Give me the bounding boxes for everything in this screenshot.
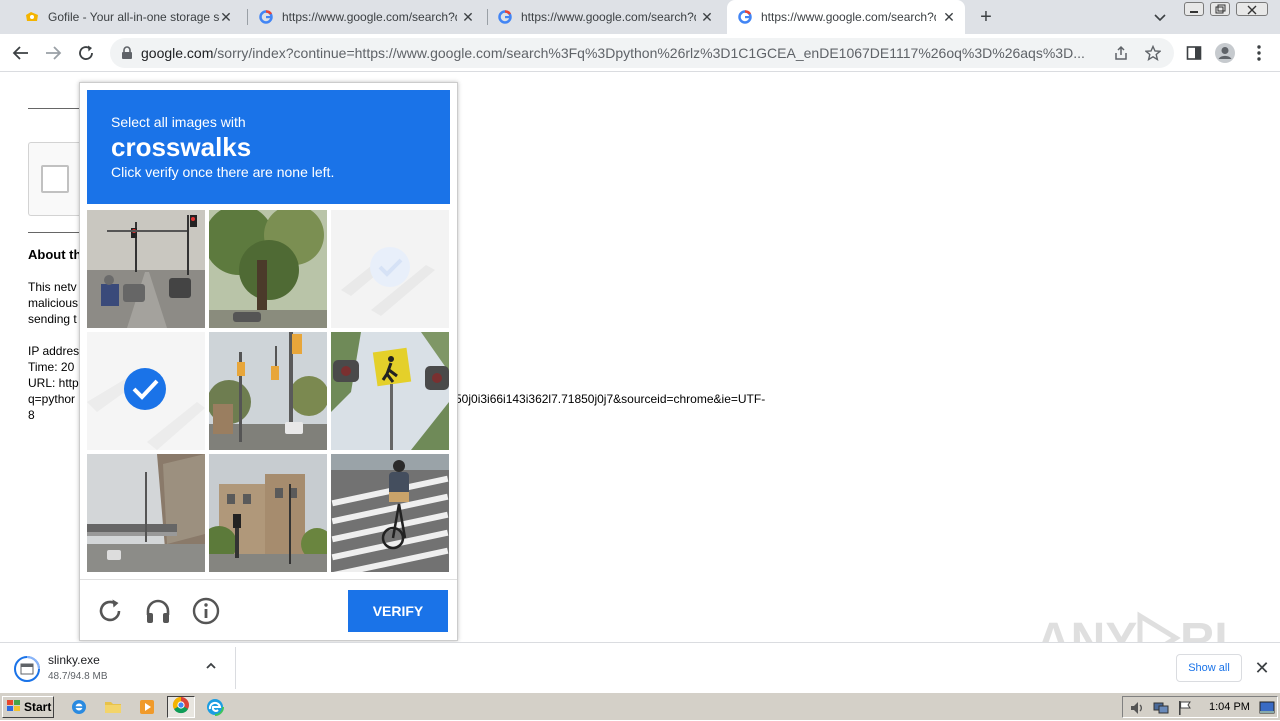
tab-close-icon[interactable]: ✕ xyxy=(218,9,234,25)
tab-separator xyxy=(487,9,488,25)
menu-dots-icon[interactable] xyxy=(1248,42,1270,64)
tab-title: https://www.google.com/search?q= xyxy=(282,10,457,24)
close-download-bar-icon[interactable]: ✕ xyxy=(1252,658,1272,678)
tab-separator xyxy=(247,9,248,25)
share-icon[interactable] xyxy=(1113,45,1129,66)
media-player-icon[interactable] xyxy=(136,697,158,717)
profile-avatar-icon[interactable] xyxy=(1214,42,1236,64)
flag-icon[interactable] xyxy=(1177,700,1193,721)
image-tile-street-traffic-lights[interactable] xyxy=(209,332,327,450)
internet-explorer-icon[interactable] xyxy=(68,697,90,717)
explanation-line: malicious xyxy=(28,296,79,310)
recaptcha-checkbox[interactable] xyxy=(41,165,69,193)
network-icon[interactable] xyxy=(1153,700,1169,721)
address-bar[interactable]: google.com/sorry/index?continue=https://… xyxy=(110,38,1174,68)
image-tile-buildings-street[interactable] xyxy=(209,454,327,572)
url-line: URL: http xyxy=(28,376,79,390)
tab-title: https://www.google.com/search?q= xyxy=(521,10,696,24)
reload-icon[interactable] xyxy=(75,42,97,64)
start-button[interactable]: Start xyxy=(2,696,54,718)
restore-button[interactable] xyxy=(1210,2,1230,16)
headphones-icon[interactable] xyxy=(144,597,172,625)
image-tile-overpass-highway[interactable] xyxy=(87,454,205,572)
query-line: q=pythor xyxy=(28,392,76,406)
google-icon xyxy=(258,9,274,25)
image-tile-crosswalk-selected[interactable] xyxy=(87,332,205,450)
chrome-taskbar-button[interactable] xyxy=(167,696,195,718)
download-progress: 48.7/94.8 MB xyxy=(48,671,108,682)
google-icon xyxy=(737,9,753,25)
recaptcha-checkbox-frame xyxy=(28,142,84,216)
tab-strip: Gofile - Your all-in-one storage soluti … xyxy=(0,0,1280,34)
edge-icon[interactable] xyxy=(204,697,226,717)
tab-close-icon[interactable]: ✕ xyxy=(460,9,476,25)
instruction-top: Select all images with xyxy=(111,114,246,130)
image-tile-trees-park[interactable] xyxy=(209,210,327,328)
forward-arrow-icon[interactable] xyxy=(42,42,64,64)
image-tile-road-traffic-lights[interactable] xyxy=(87,210,205,328)
reload-challenge-icon[interactable] xyxy=(96,597,124,625)
minimize-button[interactable] xyxy=(1184,2,1204,16)
gofile-icon xyxy=(24,9,40,25)
challenge-footer: VERIFY xyxy=(80,579,457,640)
verify-button[interactable]: VERIFY xyxy=(348,590,448,632)
show-all-button[interactable]: Show all xyxy=(1176,654,1242,682)
chevron-down-icon[interactable] xyxy=(1152,9,1168,25)
url-tail-text: 50j0i3i66i143i362l7.71850j0j7&sourceid=c… xyxy=(455,392,766,406)
bottom-divider xyxy=(28,232,80,233)
close-window-button[interactable] xyxy=(1236,2,1268,16)
browser-toolbar: google.com/sorry/index?continue=https://… xyxy=(0,34,1280,72)
start-label: Start xyxy=(24,700,52,714)
windows-taskbar: Start 1:04 PM xyxy=(0,692,1280,720)
tab-gofile[interactable]: Gofile - Your all-in-one storage soluti … xyxy=(8,0,242,34)
image-tile-cyclist-crosswalk[interactable] xyxy=(331,454,449,572)
folder-icon[interactable] xyxy=(102,697,124,717)
side-panel-icon[interactable] xyxy=(1183,42,1205,64)
url-text: google.com/sorry/index?continue=https://… xyxy=(141,45,1101,61)
volume-icon[interactable] xyxy=(1129,700,1145,721)
tab-title: Gofile - Your all-in-one storage soluti xyxy=(48,10,220,24)
chrome-icon xyxy=(172,696,190,719)
image-tile-crosswalk-selected[interactable] xyxy=(331,210,449,328)
lock-icon xyxy=(121,46,133,65)
system-tray: 1:04 PM xyxy=(1122,696,1278,718)
url-path: /sorry/index?continue=https://www.google… xyxy=(213,45,1085,61)
time-line: Time: 20 xyxy=(28,360,75,374)
chevron-up-icon[interactable] xyxy=(204,659,218,678)
explanation-line: sending t xyxy=(28,312,77,326)
tab-google-active[interactable]: https://www.google.com/search?q= ✕ xyxy=(727,0,965,34)
top-divider xyxy=(28,108,80,109)
image-tile-pedestrian-sign[interactable] xyxy=(331,332,449,450)
new-tab-button[interactable]: + xyxy=(976,7,996,27)
about-heading: About th xyxy=(28,247,82,262)
challenge-target: crosswalks xyxy=(111,132,252,162)
challenge-header: Select all images with crosswalks Click … xyxy=(87,90,450,204)
bookmark-star-icon[interactable] xyxy=(1144,44,1162,66)
download-filename: slinky.exe xyxy=(48,653,100,667)
tab-google-2[interactable]: https://www.google.com/search?q= ✕ xyxy=(489,0,723,34)
exe-file-icon xyxy=(14,656,40,687)
tab-close-icon[interactable]: ✕ xyxy=(941,9,957,25)
show-desktop-icon[interactable] xyxy=(1259,700,1275,721)
google-icon xyxy=(497,9,513,25)
instruction-bottom: Click verify once there are none left. xyxy=(111,164,335,180)
download-item[interactable]: slinky.exe 48.7/94.8 MB xyxy=(8,647,236,689)
recaptcha-challenge-popup: Select all images with crosswalks Click … xyxy=(79,82,458,641)
ip-address-line: IP addres xyxy=(28,344,80,358)
tab-close-icon[interactable]: ✕ xyxy=(699,9,715,25)
info-icon[interactable] xyxy=(192,597,220,625)
back-arrow-icon[interactable] xyxy=(10,42,32,64)
windows-logo-icon xyxy=(6,699,22,716)
tab-title: https://www.google.com/search?q= xyxy=(761,10,936,24)
taskbar-clock: 1:04 PM xyxy=(1209,701,1250,713)
url-end-text: 8 xyxy=(28,408,35,422)
url-host: google.com xyxy=(141,45,214,61)
tab-google-1[interactable]: https://www.google.com/search?q= ✕ xyxy=(250,0,484,34)
download-bar: slinky.exe 48.7/94.8 MB Show all ✕ xyxy=(0,642,1280,692)
explanation-line: This netv xyxy=(28,280,77,294)
